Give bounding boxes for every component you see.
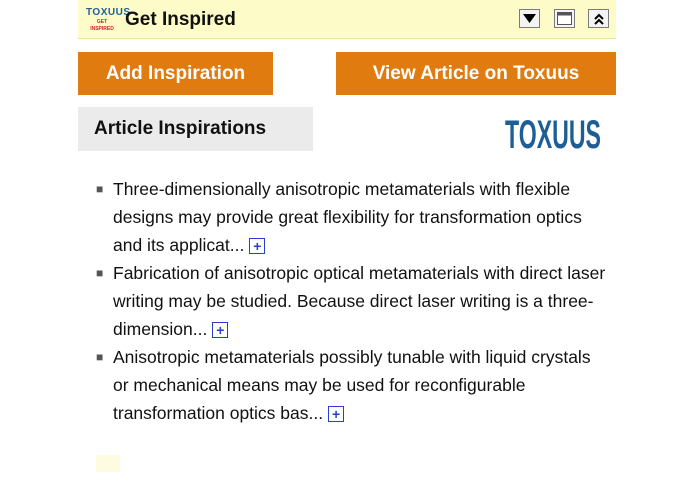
triangle-down-icon	[523, 14, 536, 23]
list-item: ■ Anisotropic metamaterials possibly tun…	[96, 343, 606, 427]
expand-icon[interactable]: +	[328, 406, 345, 423]
bullet-icon: ■	[96, 350, 104, 364]
window-icon	[557, 12, 572, 25]
widget-title: Get Inspired	[125, 9, 236, 30]
view-article-button[interactable]: View Article on Toxuus	[336, 52, 616, 95]
footer-placeholder	[96, 455, 120, 472]
widget-titlebar: TOXUUS GET INSPIRED Get Inspired	[78, 0, 616, 39]
logo-bottom-text: GET INSPIRED	[90, 19, 114, 32]
expand-icon[interactable]: +	[249, 238, 266, 255]
inspiration-text: Anisotropic metamaterials possibly tunab…	[113, 347, 591, 423]
expand-icon[interactable]: +	[212, 322, 229, 339]
article-inspirations-heading: Article Inspirations	[78, 107, 313, 151]
collapse-button[interactable]	[588, 9, 609, 28]
toxuus-logo: TOXUUS	[505, 113, 601, 154]
list-item: ■ Three-dimensionally anisotropic metama…	[96, 175, 606, 259]
toxuus-small-logo: TOXUUS GET INSPIRED	[86, 7, 131, 33]
double-chevron-up-icon	[593, 13, 604, 25]
dropdown-button[interactable]	[519, 9, 540, 28]
add-inspiration-button[interactable]: Add Inspiration	[78, 52, 273, 95]
logo-top-text: TOXUUS	[86, 7, 131, 18]
list-item: ■ Fabrication of anisotropic optical met…	[96, 259, 606, 343]
inspiration-text: Fabrication of anisotropic optical metam…	[113, 263, 606, 339]
inspiration-text: Three-dimensionally anisotropic metamate…	[113, 179, 582, 255]
maximize-button[interactable]	[554, 9, 575, 28]
toxuus-logo-text: TOXUUS	[505, 113, 601, 154]
bullet-icon: ■	[96, 182, 104, 196]
bullet-icon: ■	[96, 266, 104, 280]
inspirations-list: ■ Three-dimensionally anisotropic metama…	[96, 175, 606, 427]
